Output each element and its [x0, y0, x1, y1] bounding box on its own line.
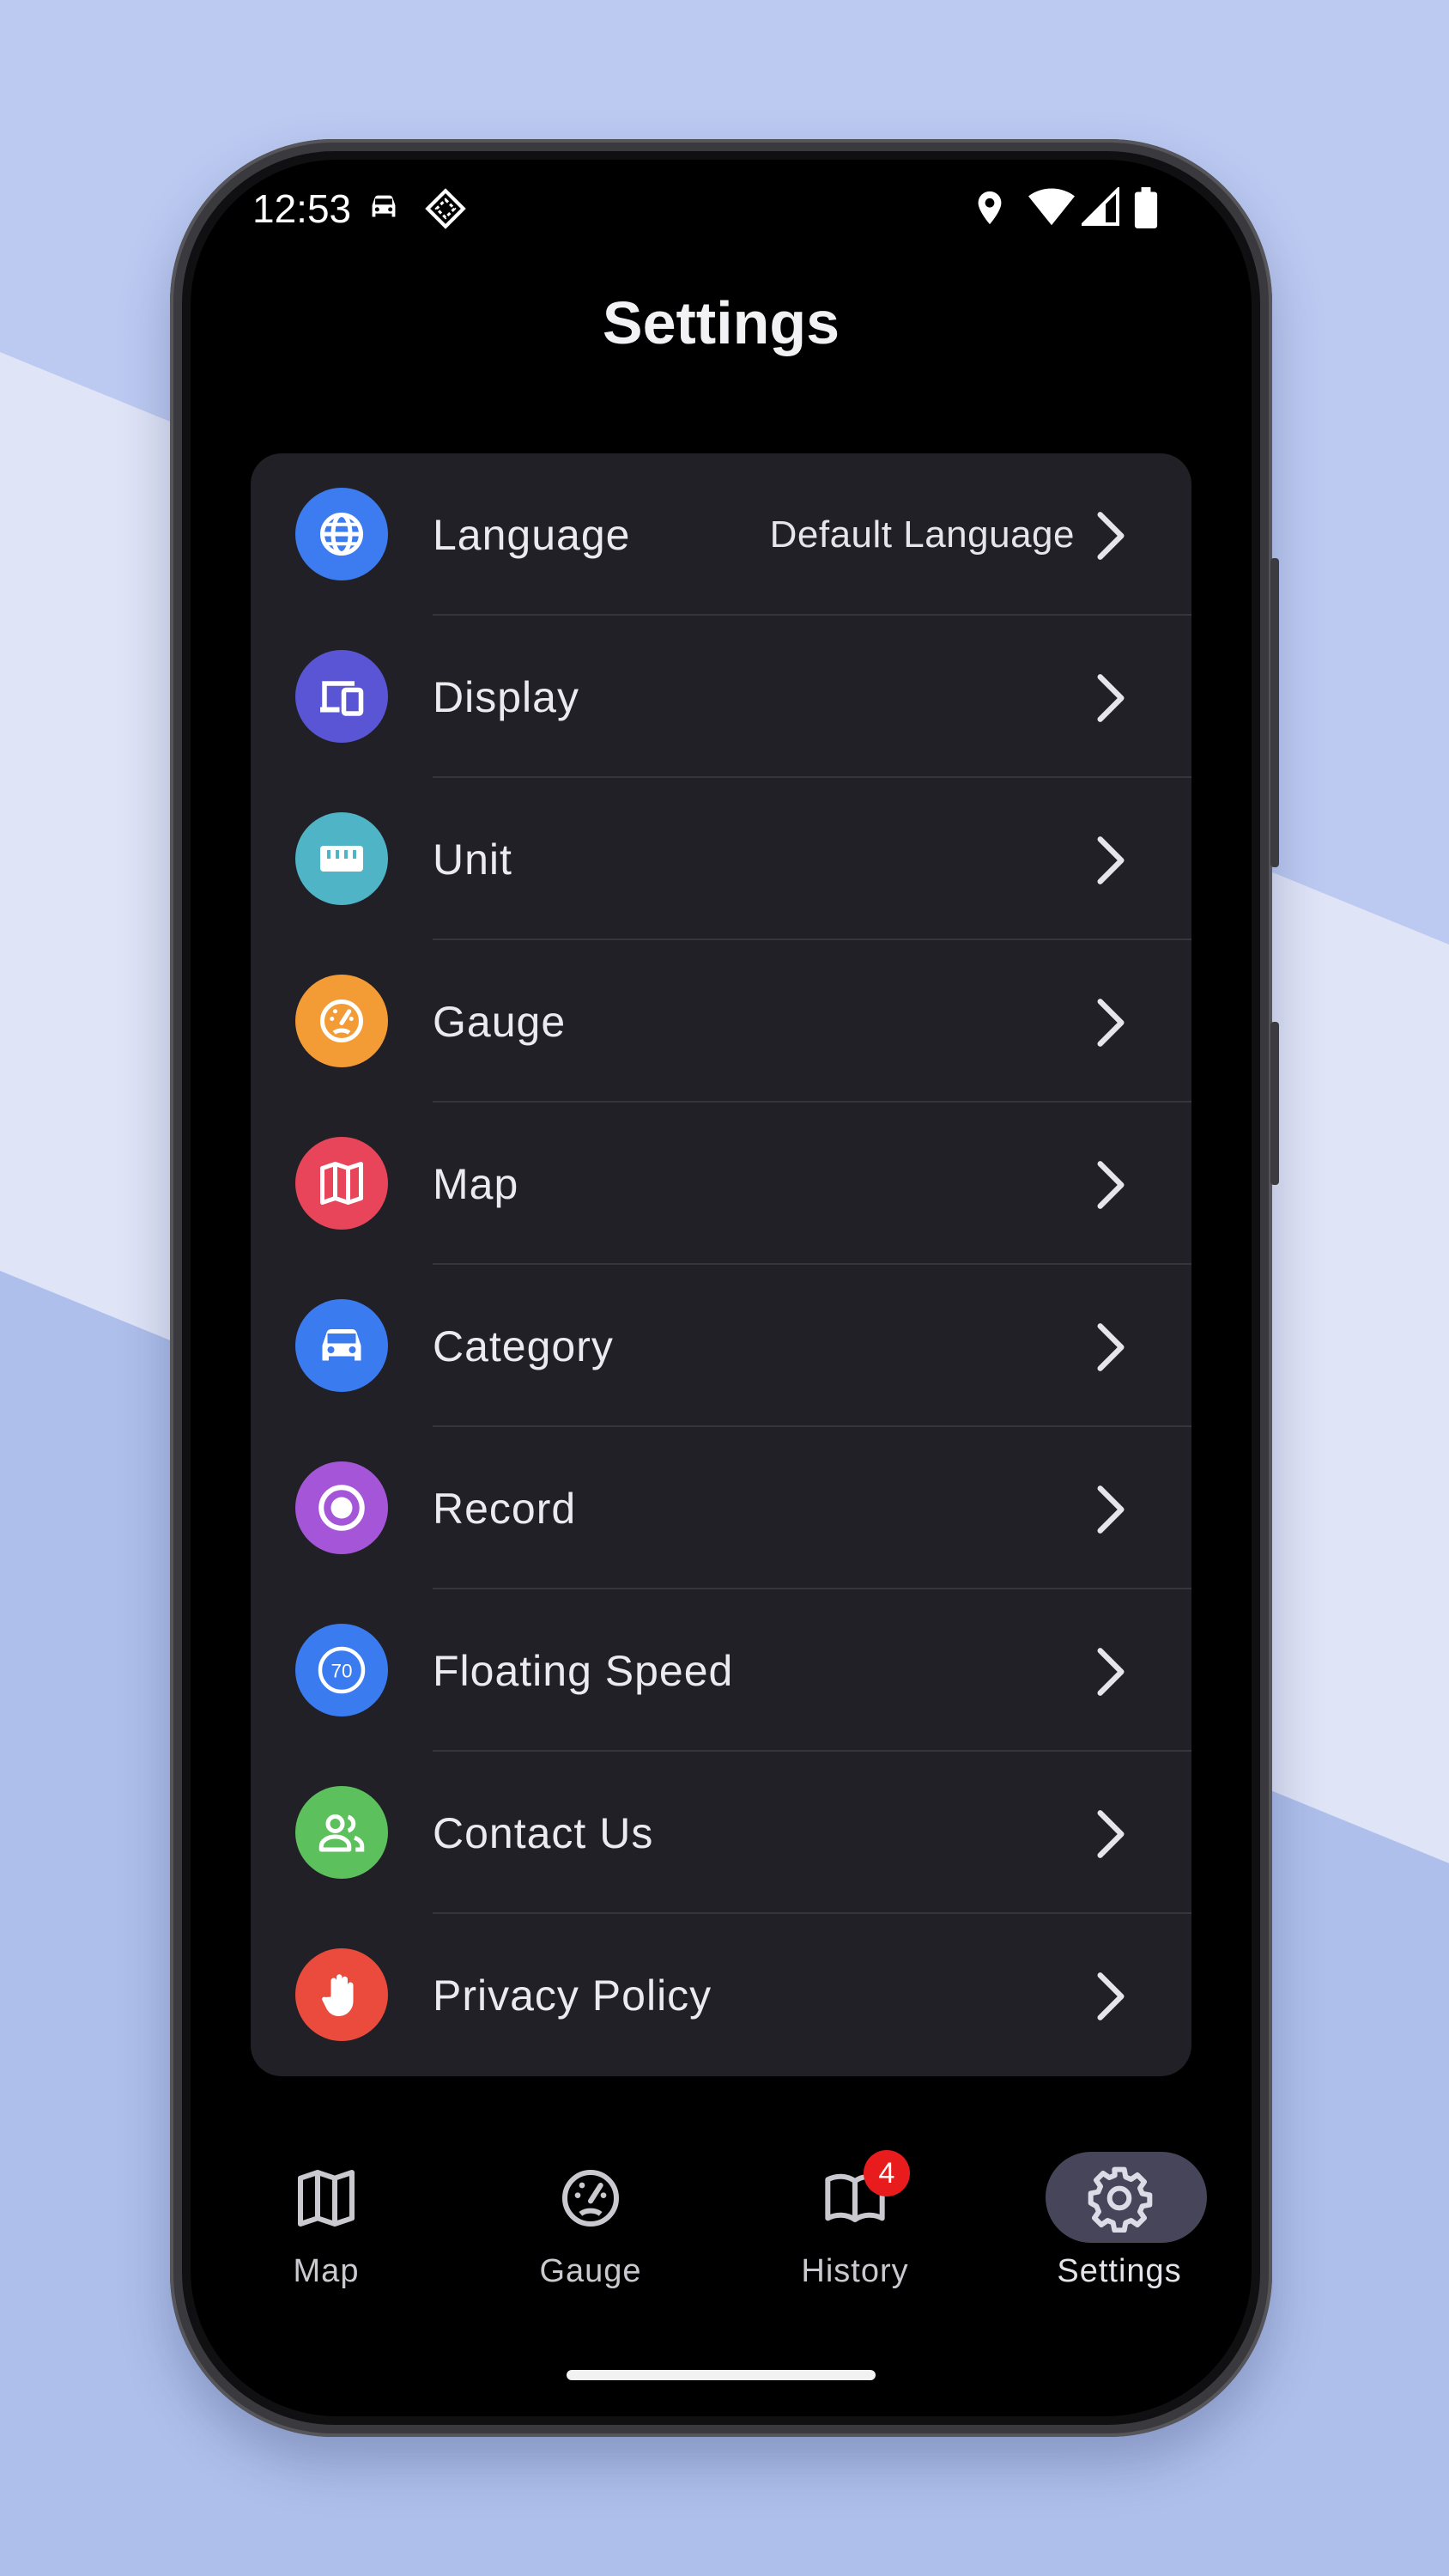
settings-item-gauge[interactable]: Gauge — [251, 940, 1191, 1103]
speed-limit-icon: 70 — [318, 1646, 366, 1694]
chevron-right-icon — [1097, 836, 1125, 884]
settings-item-record[interactable]: Record — [251, 1427, 1191, 1589]
nav-item-history[interactable]: 4 History — [752, 2143, 958, 2298]
page-title: Settings — [602, 289, 840, 356]
settings-icon-circle — [295, 1137, 388, 1230]
chevron-right-icon — [1097, 1485, 1125, 1534]
settings-item-label: Category — [433, 1322, 614, 1370]
settings-item-label: Record — [433, 1485, 577, 1533]
map-icon — [320, 1162, 363, 1205]
settings-item-value: Default Language — [769, 513, 1075, 556]
settings-icon-circle — [295, 650, 388, 743]
settings-item-label: Unit — [433, 835, 512, 884]
screen: 12:53 Settings Language Default Language… — [191, 160, 1252, 2416]
car-icon — [372, 195, 396, 217]
settings-icon-circle: 70 — [295, 1624, 388, 1716]
settings-item-label: Display — [433, 673, 579, 721]
settings-item-label: Privacy Policy — [433, 1971, 712, 2020]
settings-item-display[interactable]: Display — [251, 616, 1191, 778]
settings-item-label: Map — [433, 1160, 519, 1208]
settings-item-privacy-policy[interactable]: Privacy Policy — [251, 1914, 1191, 2076]
status-time: 12:53 — [252, 186, 352, 231]
settings-icon-circle — [295, 1299, 388, 1392]
status-bar: 12:53 — [191, 160, 1252, 254]
settings-item-label: Floating Speed — [433, 1647, 734, 1695]
map-icon — [298, 2170, 355, 2227]
battery-icon — [1134, 187, 1158, 228]
settings-item-language[interactable]: Language Default Language — [251, 453, 1191, 616]
settings-item-label: Language — [433, 511, 631, 559]
car-icon — [322, 1329, 361, 1361]
gauge-icon — [320, 999, 363, 1042]
gauge-icon — [562, 2170, 619, 2227]
settings-icon-circle — [295, 1948, 388, 2041]
nav-label: Map — [293, 2253, 360, 2289]
settings-item-contact-us[interactable]: Contact Us — [251, 1752, 1191, 1914]
ruler-icon — [320, 846, 363, 872]
cast-diamond-icon — [425, 188, 466, 229]
settings-item-label: Contact Us — [433, 1809, 654, 1857]
settings-icon-circle — [295, 1461, 388, 1554]
nav-item-map[interactable]: Map — [223, 2143, 429, 2298]
settings-icon-circle — [295, 488, 388, 580]
history-badge: 4 — [864, 2150, 910, 2196]
chevron-right-icon — [1097, 1648, 1125, 1696]
power-button — [1270, 558, 1279, 867]
settings-item-unit[interactable]: Unit — [251, 778, 1191, 940]
chevron-right-icon — [1097, 1323, 1125, 1371]
chevron-right-icon — [1097, 512, 1125, 560]
settings-item-floating-speed[interactable]: 70 Floating Speed — [251, 1589, 1191, 1752]
cell-signal-icon — [1082, 187, 1119, 226]
chevron-right-icon — [1097, 1161, 1125, 1209]
location-pin-icon — [978, 191, 1002, 225]
record-icon — [318, 1485, 365, 1531]
wifi-icon — [1028, 188, 1075, 226]
nav-label: Settings — [1057, 2253, 1182, 2289]
settings-list: Language Default Language Display Unit G… — [251, 453, 1191, 2076]
hand-icon — [322, 1974, 354, 2016]
settings-item-map[interactable]: Map — [251, 1103, 1191, 1265]
globe-icon — [320, 513, 363, 556]
nav-item-gauge[interactable]: Gauge — [488, 2143, 694, 2298]
nav-label: Gauge — [539, 2253, 642, 2289]
gear-icon — [1088, 2166, 1153, 2233]
settings-icon-circle — [295, 1786, 388, 1879]
speed-limit-text: 70 — [330, 1660, 352, 1681]
chevron-right-icon — [1097, 1810, 1125, 1858]
devices-icon — [320, 681, 364, 716]
nav-item-settings[interactable]: Settings — [1016, 2143, 1222, 2298]
volume-button — [1270, 1022, 1279, 1185]
settings-item-category[interactable]: Category — [251, 1265, 1191, 1427]
nav-label: History — [801, 2253, 909, 2289]
settings-icon-circle — [295, 975, 388, 1067]
chevron-right-icon — [1097, 1972, 1125, 2020]
home-indicator[interactable] — [567, 2370, 876, 2380]
settings-item-label: Gauge — [433, 998, 567, 1046]
chevron-right-icon — [1097, 674, 1125, 722]
people-icon — [318, 1814, 365, 1852]
chevron-right-icon — [1097, 999, 1125, 1047]
settings-icon-circle — [295, 812, 388, 905]
